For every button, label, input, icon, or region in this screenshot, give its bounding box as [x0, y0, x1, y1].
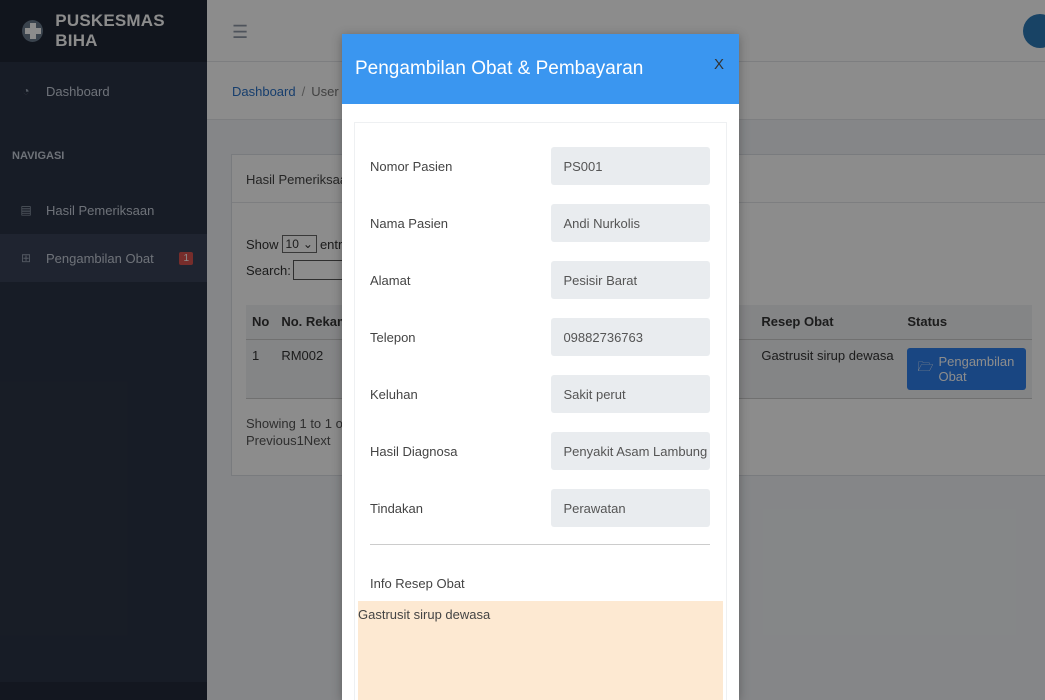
modal-body: Nomor Pasien PS001 Nama Pasien Andi Nurk…	[354, 122, 727, 700]
field-tindakan: Tindakan Perawatan	[370, 489, 710, 527]
field-value[interactable]: Sakit perut	[551, 375, 710, 413]
resep-textarea[interactable]: Gastrusit sirup dewasa	[358, 601, 723, 700]
field-hasil-diagnosa: Hasil Diagnosa Penyakit Asam Lambung	[370, 432, 710, 470]
field-label: Nama Pasien	[370, 215, 449, 231]
modal-header: Pengambilan Obat & Pembayaran X	[342, 34, 739, 104]
field-label: Nomor Pasien	[370, 158, 453, 174]
resep-label: Info Resep Obat	[370, 576, 465, 591]
field-nomor-pasien: Nomor Pasien PS001	[370, 147, 710, 185]
field-alamat: Alamat Pesisir Barat	[370, 261, 710, 299]
field-value[interactable]: Penyakit Asam Lambung	[551, 432, 710, 470]
field-value[interactable]: Andi Nurkolis	[551, 204, 710, 242]
field-value[interactable]: Perawatan	[551, 489, 710, 527]
field-label: Alamat	[370, 272, 411, 288]
field-value[interactable]: Pesisir Barat	[551, 261, 710, 299]
field-telepon: Telepon 09882736763	[370, 318, 710, 356]
field-value[interactable]: PS001	[551, 147, 710, 185]
divider	[370, 544, 710, 545]
field-label: Hasil Diagnosa	[370, 443, 458, 459]
field-nama-pasien: Nama Pasien Andi Nurkolis	[370, 204, 710, 242]
field-value[interactable]: 09882736763	[551, 318, 710, 356]
field-keluhan: Keluhan Sakit perut	[370, 375, 710, 413]
modal-title: Pengambilan Obat & Pembayaran	[355, 58, 644, 79]
close-icon[interactable]: X	[714, 56, 724, 73]
field-label: Tindakan	[370, 500, 423, 516]
pengambilan-obat-modal: Pengambilan Obat & Pembayaran X Nomor Pa…	[342, 34, 739, 700]
field-label: Telepon	[370, 329, 416, 345]
field-label: Keluhan	[370, 386, 418, 402]
